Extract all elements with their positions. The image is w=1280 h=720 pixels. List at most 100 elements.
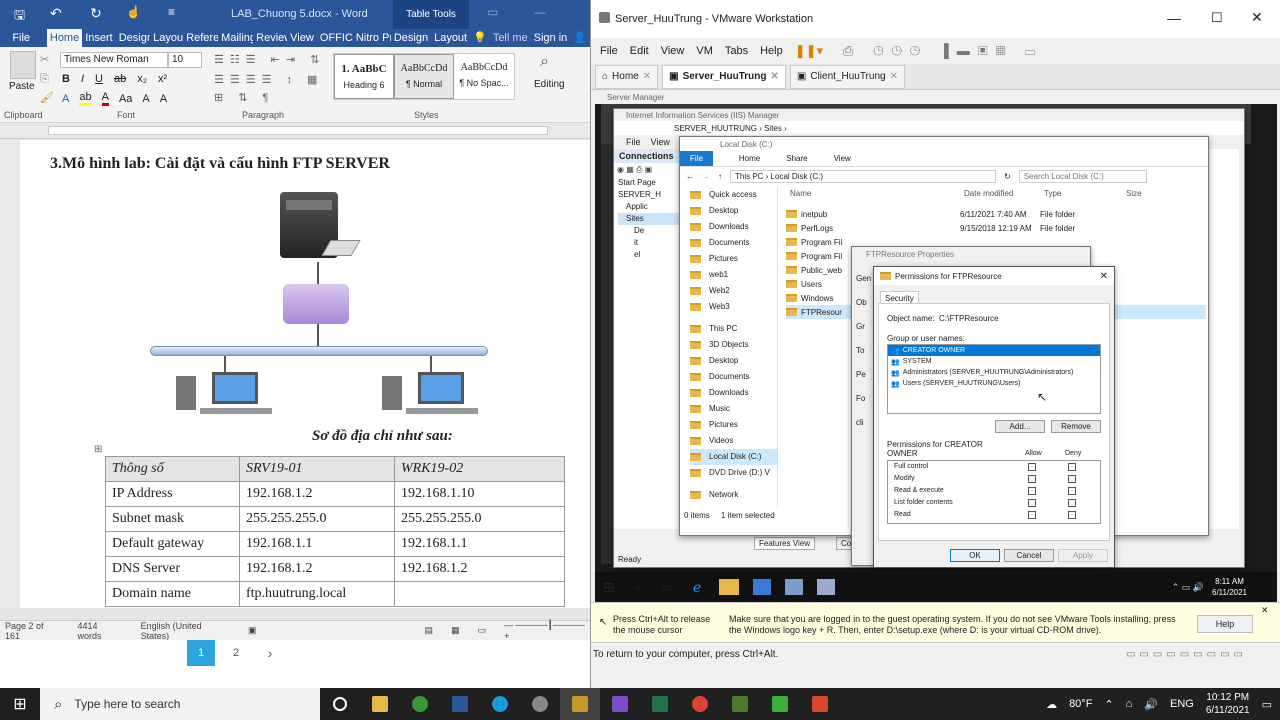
menu-vm[interactable]: VM (696, 45, 713, 57)
tab-home-vm[interactable]: ⌂ Home ✕ (595, 64, 659, 89)
next-page-button[interactable]: › (256, 640, 284, 666)
table-cell[interactable]: IP Address (105, 481, 240, 507)
add-button[interactable]: Add... (995, 420, 1045, 433)
tab-design[interactable]: Design (116, 29, 150, 47)
minimize-icon[interactable]: — (534, 5, 546, 19)
menu-edit[interactable]: Edit (630, 45, 649, 57)
table-cell[interactable]: ftp.huutrung.local (239, 581, 395, 607)
tray-overflow-icon[interactable]: ⌃ (1104, 698, 1113, 711)
iis-tree-item[interactable]: Applic (618, 201, 683, 213)
properties-tab[interactable]: cli (856, 411, 871, 435)
allow-checkbox[interactable] (1028, 487, 1036, 495)
nav-item[interactable]: Downloads (690, 385, 777, 401)
properties-tab[interactable]: Gen (856, 267, 871, 291)
allow-checkbox[interactable] (1028, 511, 1036, 519)
format-painter-icon[interactable]: 🖌 (40, 91, 54, 104)
style-no-spacing[interactable]: AaBbCcDd ¶ No Spac... (454, 54, 514, 99)
guest-screen[interactable]: Server Manager Internet Information Serv… (595, 90, 1277, 602)
properties-tab[interactable]: Gr (856, 315, 871, 339)
text-effects-icon[interactable]: A (62, 93, 69, 105)
vm-toolbar-icons[interactable]: ⎙ ◷◷◷ ▐▬▣▦ ▭ (843, 43, 1043, 59)
tab-insert[interactable]: Insert (82, 29, 116, 47)
user-list-item[interactable]: 👥 Users (SERVER_HUUTRUNG\Users) (888, 378, 1100, 389)
tab-client-huutrung[interactable]: ▣ Client_HuuTrung ✕ (789, 64, 905, 89)
app-c-green-icon[interactable] (760, 688, 800, 720)
font-color-icon[interactable]: A (101, 91, 109, 106)
table-cell[interactable]: 192.168.1.1 (394, 531, 565, 557)
word-count[interactable]: 4414 words (77, 621, 122, 641)
iis-address-bar[interactable]: SERVER_HUUTRUNG › Sites › (614, 121, 1244, 135)
nav-item[interactable]: web1 (690, 267, 777, 283)
edge-icon[interactable] (480, 688, 520, 720)
guest-ie-icon[interactable]: ℯ (693, 579, 701, 596)
nav-item[interactable]: Local Disk (C:) (690, 449, 777, 465)
visual-studio-icon[interactable] (600, 688, 640, 720)
allow-checkbox[interactable] (1028, 475, 1036, 483)
change-case-icon[interactable]: Aa (119, 93, 132, 105)
highlight-icon[interactable]: ab (79, 91, 92, 106)
nav-item[interactable]: Downloads (690, 219, 777, 235)
app-c-red-icon[interactable] (800, 688, 840, 720)
chrome-icon[interactable] (680, 688, 720, 720)
properties-tab[interactable]: Fo (856, 387, 871, 411)
undo-icon[interactable]: ↶ (50, 5, 62, 22)
refresh-icon[interactable]: ↻ (1004, 172, 1011, 181)
nav-item[interactable]: Documents (690, 235, 777, 251)
tab-layout[interactable]: Layout (150, 29, 183, 47)
vm-maximize-icon[interactable]: ☐ (1211, 10, 1223, 26)
iis-tree-item[interactable]: De (618, 225, 683, 237)
table-cell[interactable]: 192.168.1.10 (394, 481, 565, 507)
italic-icon[interactable]: I (81, 73, 84, 85)
table-cell[interactable]: Thông số (105, 456, 240, 482)
nav-item[interactable]: Web3 (690, 299, 777, 315)
menu-tabs[interactable]: Tabs (725, 45, 748, 57)
table-cell[interactable] (394, 581, 565, 607)
guest-tray-icons[interactable]: ⌃ ▭ 🔊 (1172, 582, 1204, 593)
table-cell[interactable]: 192.168.1.2 (394, 556, 565, 582)
subscript-icon[interactable]: x₂ (137, 73, 147, 85)
cut-icon[interactable]: ✂ (40, 53, 49, 66)
iis-tree-item[interactable]: el (618, 249, 683, 261)
table-cell[interactable]: 192.168.1.2 (239, 556, 395, 582)
ribbon-display-icon[interactable]: ▭ (487, 5, 498, 19)
device-icons[interactable]: ▭▭▭▭▭▭▭▭▭ (1126, 649, 1247, 660)
read-mode-icon[interactable]: ▤ (425, 625, 434, 636)
close-tab-icon[interactable]: ✕ (643, 71, 651, 82)
iis-tree-item[interactable]: it (618, 237, 683, 249)
network-icon[interactable]: ⌂ (1126, 698, 1133, 710)
list-icons[interactable]: ☰☷☰ ⇤⇥ ⇅ ¶ (214, 53, 346, 66)
guest-search-icon[interactable]: ⌕ (635, 580, 642, 595)
table-cell[interactable]: WRK19-02 (394, 456, 565, 482)
redo-icon[interactable]: ↻ (90, 5, 102, 22)
tab-mailings[interactable]: Mailings (218, 29, 253, 47)
superscript-icon[interactable]: x² (158, 73, 167, 85)
iis-toolbar-icons[interactable]: ◉ ▦ ⎙ ▣ (614, 163, 683, 177)
guest-explorer-icon[interactable] (719, 579, 740, 595)
explorer-address-bar[interactable]: This PC › Local Disk (C:) (730, 169, 996, 183)
iis-tree-item[interactable]: SERVER_H (618, 189, 683, 201)
allow-checkbox[interactable] (1028, 499, 1036, 507)
table-move-handle-icon[interactable]: ⊞ (94, 444, 102, 455)
tab-home[interactable]: Home (46, 29, 83, 47)
apply-button[interactable]: Apply (1058, 549, 1108, 562)
proofing-icon[interactable]: ▣ (248, 625, 257, 636)
dialog-close-icon[interactable]: ✕ (1100, 271, 1108, 282)
dreamweaver-icon[interactable] (720, 688, 760, 720)
guest-iis-icon[interactable] (785, 579, 804, 595)
up-icon[interactable]: ↑ (718, 172, 722, 181)
remove-button[interactable]: Remove (1051, 420, 1101, 433)
deny-checkbox[interactable] (1068, 487, 1076, 495)
user-list-item[interactable]: 👥 SYSTEM (888, 356, 1100, 367)
web-layout-icon[interactable]: ▭ (478, 625, 487, 636)
user-list-item[interactable]: 👥 Administrators (SERVER_HUUTRUNG\Adminis… (888, 367, 1100, 378)
volume-icon[interactable]: 🔊 (1144, 698, 1158, 711)
help-button[interactable]: Help (1197, 615, 1253, 633)
border-icons[interactable]: ⊞ ⇅ ¶ (214, 91, 274, 104)
menu-help[interactable]: Help (760, 45, 783, 57)
temperature[interactable]: 80°F (1069, 698, 1092, 710)
tab-references[interactable]: References (183, 29, 218, 47)
properties-tab[interactable]: To (856, 339, 871, 363)
menu-view[interactable]: View (661, 45, 685, 57)
deny-checkbox[interactable] (1068, 463, 1076, 471)
guest-app-icon[interactable] (817, 579, 836, 595)
